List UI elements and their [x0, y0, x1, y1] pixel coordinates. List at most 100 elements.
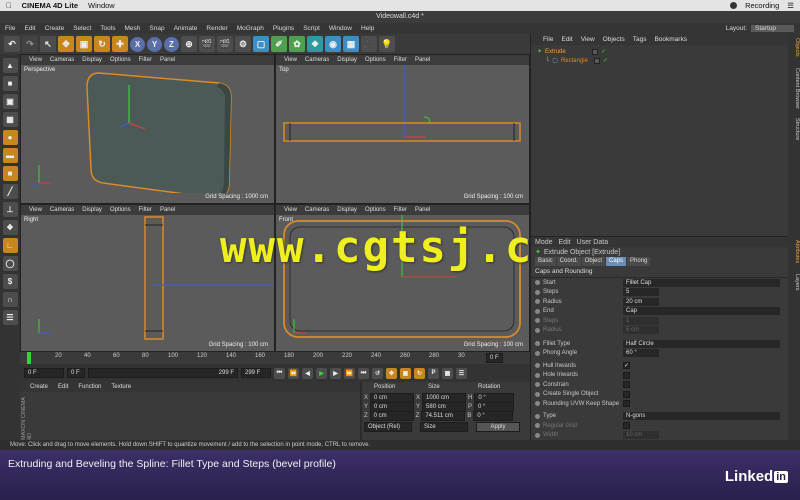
- menu-list-icon[interactable]: ☰: [787, 1, 794, 10]
- type-select[interactable]: N-gons: [623, 412, 780, 421]
- end-select[interactable]: Cap: [623, 307, 780, 316]
- animate-dot[interactable]: [535, 299, 540, 305]
- layers-icon[interactable]: ☰: [2, 310, 18, 325]
- vp-menu-cameras[interactable]: Cameras: [305, 57, 329, 63]
- tab-coord[interactable]: Coord.: [556, 257, 581, 266]
- visibility-dot[interactable]: [592, 48, 599, 55]
- vtab-attributes[interactable]: Attributes: [788, 240, 800, 263]
- animate-dot[interactable]: [535, 401, 540, 407]
- apply-button[interactable]: Apply: [476, 421, 520, 432]
- vp-menu-filter[interactable]: Filter: [139, 57, 152, 63]
- menu-snap[interactable]: Snap: [149, 25, 164, 32]
- spline-pen-icon[interactable]: ✐: [271, 36, 287, 52]
- max-frame-field[interactable]: 299 F: [241, 368, 271, 378]
- menu-window[interactable]: Window: [329, 25, 352, 32]
- vp-menu-options[interactable]: Options: [365, 207, 386, 213]
- coord-mode-select[interactable]: Object (Rel): [364, 421, 412, 432]
- redo-icon[interactable]: ↷: [22, 36, 38, 52]
- loop-icon[interactable]: ↺: [372, 367, 383, 379]
- obj-menu-view[interactable]: View: [581, 36, 595, 43]
- fillet-type-select[interactable]: Half Circle: [623, 339, 780, 348]
- vtab-layers[interactable]: Layers: [788, 274, 800, 291]
- vp-menu-panel[interactable]: Panel: [415, 207, 430, 213]
- key-param-icon[interactable]: P: [428, 367, 439, 379]
- min-frame-field[interactable]: 0 F: [67, 368, 85, 378]
- autokey-icon[interactable]: ▣: [400, 367, 411, 379]
- x-axis-toggle[interactable]: X: [130, 36, 145, 52]
- animate-dot[interactable]: [535, 413, 540, 419]
- cube-icon[interactable]: ▢: [253, 36, 269, 52]
- start-steps-input[interactable]: 5: [623, 288, 659, 297]
- recording-label[interactable]: Recording: [745, 1, 779, 10]
- menu-animate[interactable]: Animate: [174, 25, 198, 32]
- menu-tools[interactable]: Tools: [100, 25, 115, 32]
- current-frame-field[interactable]: 0 F: [24, 368, 64, 378]
- floor-icon[interactable]: ▦: [343, 36, 359, 52]
- render-view-icon[interactable]: 🎬: [199, 36, 215, 52]
- start-radius-input[interactable]: 20 cm: [623, 297, 659, 306]
- animate-dot[interactable]: [535, 372, 540, 378]
- vtab-objects[interactable]: Objects: [788, 38, 800, 57]
- obj-menu-tags[interactable]: Tags: [633, 36, 647, 43]
- prev-frame-icon[interactable]: ◀: [302, 367, 313, 379]
- vp-menu-display[interactable]: Display: [82, 57, 102, 63]
- menu-file[interactable]: File: [5, 25, 15, 32]
- animate-dot[interactable]: [535, 382, 540, 388]
- start-select[interactable]: Fillet Cap: [623, 278, 780, 287]
- select-arrow-icon[interactable]: ↖: [40, 36, 56, 52]
- visibility-dot[interactable]: [593, 57, 600, 64]
- vp-menu-options[interactable]: Options: [110, 57, 131, 63]
- vp-menu-options[interactable]: Options: [110, 207, 131, 213]
- object-name[interactable]: Rectangle: [561, 58, 591, 64]
- rounding-uvw-checkbox[interactable]: [623, 400, 630, 408]
- mat-menu-function[interactable]: Function: [78, 384, 101, 390]
- rotate-icon[interactable]: ↻: [94, 36, 110, 52]
- key-rotation-icon[interactable]: ↻: [414, 367, 425, 379]
- frame-range-slider[interactable]: 299 F: [88, 368, 238, 378]
- goto-start-icon[interactable]: ⏮: [274, 367, 285, 379]
- render-settings-icon[interactable]: ⚙: [235, 36, 251, 52]
- texture-mode-icon[interactable]: ▣: [2, 94, 18, 109]
- mat-menu-texture[interactable]: Texture: [111, 384, 131, 390]
- viewport-perspective[interactable]: View Cameras Display Options Filter Pane…: [20, 54, 275, 204]
- menu-help[interactable]: Help: [361, 25, 374, 32]
- camera-icon[interactable]: 🎥: [361, 36, 377, 52]
- goto-end-icon[interactable]: ⏭: [358, 367, 369, 379]
- hull-inwards-checkbox[interactable]: ✓: [623, 362, 630, 370]
- mac-window-menu[interactable]: Window: [88, 1, 115, 10]
- array-icon[interactable]: ❖: [307, 36, 323, 52]
- axis-mode-icon[interactable]: ╱: [2, 184, 18, 199]
- vp-menu-display[interactable]: Display: [337, 57, 357, 63]
- polygons-mode-icon[interactable]: ■: [2, 166, 18, 181]
- undo-icon[interactable]: ↶: [4, 36, 20, 52]
- sculpt-icon[interactable]: ◯: [2, 256, 18, 271]
- phong-angle-input[interactable]: 60 °: [623, 349, 659, 358]
- scale-icon[interactable]: ▣: [76, 36, 92, 52]
- magnet-icon[interactable]: ∩: [2, 292, 18, 307]
- play-icon[interactable]: ▶: [316, 367, 327, 379]
- workplane-icon[interactable]: ▦: [2, 112, 18, 127]
- obj-menu-objects[interactable]: Objects: [603, 36, 625, 43]
- mat-menu-create[interactable]: Create: [30, 384, 48, 390]
- attr-edit-menu[interactable]: Edit: [559, 239, 571, 246]
- obj-menu-file[interactable]: File: [543, 36, 553, 43]
- attr-userdata-menu[interactable]: User Data: [577, 239, 609, 246]
- vp-menu-panel[interactable]: Panel: [160, 207, 175, 213]
- deformer-icon[interactable]: ◉: [325, 36, 341, 52]
- apple-icon[interactable]: : [6, 1, 12, 10]
- tab-phong[interactable]: Phong: [627, 257, 651, 266]
- edges-mode-icon[interactable]: ▬: [2, 148, 18, 163]
- single-object-checkbox[interactable]: [623, 390, 630, 398]
- menu-plugins[interactable]: Plugins: [273, 25, 294, 32]
- dollar-icon[interactable]: $: [2, 274, 18, 289]
- mat-menu-edit[interactable]: Edit: [58, 384, 68, 390]
- menu-script[interactable]: Script: [303, 25, 320, 32]
- playhead[interactable]: [27, 352, 31, 364]
- points-mode-icon[interactable]: ●: [2, 130, 18, 145]
- light-icon[interactable]: 💡: [379, 36, 395, 52]
- vp-menu-cameras[interactable]: Cameras: [305, 207, 329, 213]
- tab-caps[interactable]: Caps: [606, 257, 627, 266]
- make-editable-icon[interactable]: ▲: [2, 58, 18, 73]
- vp-menu-view[interactable]: View: [29, 57, 42, 63]
- enable-snap-icon[interactable]: ∟: [2, 238, 18, 253]
